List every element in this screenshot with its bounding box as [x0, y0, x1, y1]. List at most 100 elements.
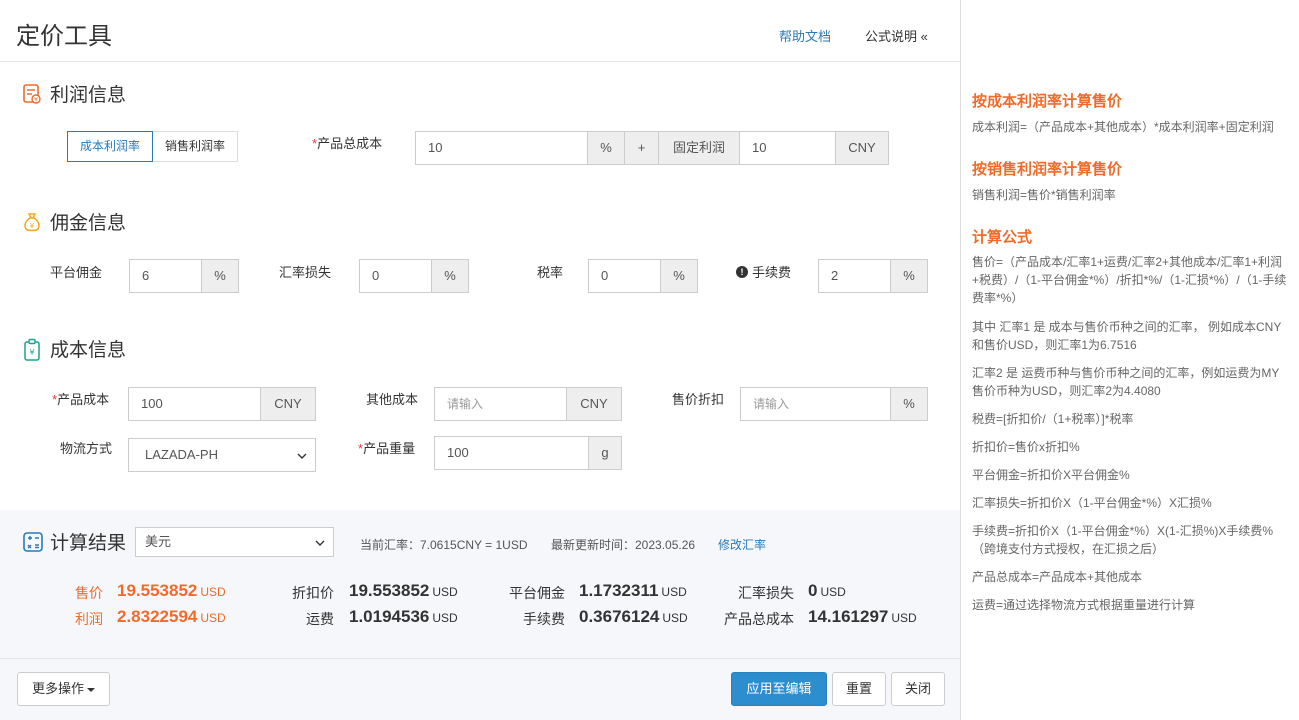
weight-label: *产品重量 — [358, 441, 416, 456]
platform-commission-input[interactable]: 6 — [129, 259, 202, 293]
formula-text: 税费=[折扣价/（1+税率）]*税率 — [972, 412, 1134, 426]
discount-group: 请输入 % — [740, 387, 928, 421]
cost-section-title: ¥ 成本信息 — [22, 335, 126, 362]
platform-commission-result-value: 1.1732311 USD — [579, 581, 687, 600]
other-cost-input[interactable]: 请输入 — [434, 387, 567, 421]
formula-text: 汇率损失=折扣价X（1-平台佣金*%）X汇损% — [972, 496, 1212, 510]
info-icon[interactable]: ! — [736, 265, 748, 278]
calculator-icon — [22, 531, 44, 553]
pricing-tool-panel: 定价工具 帮助文档 公式说明 « ¥ 利润信息 成本利润率 销售利润率 *产品总… — [0, 0, 961, 720]
fixed-profit-addon: 固定利润 — [659, 131, 740, 165]
header: 定价工具 帮助文档 公式说明 « — [0, 0, 960, 62]
updated-time-text: 最新更新时间：2023.05.26 — [551, 538, 696, 552]
formula-text: 产品总成本=产品成本+其他成本 — [972, 570, 1143, 584]
total-cost-result-value: 14.161297 USD — [808, 607, 917, 626]
formula-heading-cost-rate: 按成本利润率计算售价 — [972, 93, 1123, 110]
profit-value: 2.8322594 USD — [117, 607, 226, 626]
formula-panel: 按成本利润率计算售价 成本利润=（产品成本+其他成本）*成本利润率+固定利润 按… — [962, 0, 1299, 720]
formula-text: 汇率2 是 运费币种与售价币种之间的汇率，例如运费为MY售价币种为USD，则汇率… — [972, 366, 1280, 398]
profit-input-group: 10 % + 固定利润 10 CNY — [415, 131, 889, 165]
weight-unit: g — [589, 436, 622, 470]
tax-rate-input[interactable]: 0 — [588, 259, 661, 293]
other-cost-label: 其他成本 — [366, 392, 419, 407]
discount-unit: % — [891, 387, 928, 421]
svg-text:¥: ¥ — [30, 222, 35, 230]
modify-rate-link[interactable]: 修改汇率 — [718, 536, 766, 553]
tax-rate-group: 0 % — [588, 259, 698, 293]
weight-input[interactable]: 100 — [434, 436, 589, 470]
commission-section-title: ¥ 佣金信息 — [22, 208, 126, 235]
logistics-label: 物流方式 — [60, 441, 113, 456]
fee-result-value: 0.3676124 USD — [579, 607, 688, 626]
formula-text: 平台佣金=折扣价X平台佣金% — [972, 468, 1130, 482]
close-button[interactable]: 关闭 — [891, 672, 945, 706]
result-section-label: 计算结果 — [50, 533, 127, 554]
price-value: 19.553852 USD — [117, 581, 226, 600]
fx-loss-result-value: 0 USD — [808, 581, 846, 600]
fee-group: 2 % — [818, 259, 928, 293]
profit-section-label: 利润信息 — [50, 85, 127, 106]
total-cost-result-label: 产品总成本 — [724, 611, 794, 627]
reset-button[interactable]: 重置 — [832, 672, 886, 706]
svg-text:¥: ¥ — [34, 96, 38, 103]
total-cost-label: *产品总成本 — [312, 136, 383, 151]
platform-commission-unit: % — [202, 259, 239, 293]
discount-price-label: 折扣价 — [292, 585, 334, 601]
caret-down-icon — [87, 687, 95, 692]
formula-text: 售价=（产品成本/汇率1+运费/汇率2+其他成本/汇率1+利润+税费）/（1-平… — [972, 255, 1287, 305]
price-label: 售价 — [75, 585, 103, 601]
cost-icon: ¥ — [22, 338, 44, 361]
tax-rate-label: 税率 — [537, 265, 564, 280]
platform-commission-result-label: 平台佣金 — [509, 585, 565, 601]
commission-section-label: 佣金信息 — [50, 213, 127, 234]
footer: 更多操作 应用至编辑 重置 关闭 — [0, 658, 960, 720]
result-section-title: 计算结果 — [22, 528, 126, 555]
currency-addon: CNY — [836, 131, 889, 165]
shipping-value: 1.0194536 USD — [349, 607, 458, 626]
fixed-profit-input[interactable]: 10 — [740, 131, 836, 165]
shipping-label: 运费 — [306, 611, 334, 627]
fee-result-label: 手续费 — [523, 611, 565, 627]
chevron-down-icon — [297, 453, 307, 459]
weight-group: 100 g — [434, 436, 622, 470]
fx-loss-result-label: 汇率损失 — [738, 585, 794, 601]
formula-text: 成本利润=（产品成本+其他成本）*成本利润率+固定利润 — [972, 120, 1274, 134]
logistics-select[interactable]: LAZADA-PH — [128, 438, 316, 472]
sales-profit-rate-button[interactable]: 销售利润率 — [153, 131, 239, 162]
chevron-down-icon — [315, 540, 325, 546]
more-actions-button[interactable]: 更多操作 — [17, 672, 110, 706]
profit-section-title: ¥ 利润信息 — [22, 80, 126, 107]
svg-text:¥: ¥ — [29, 348, 34, 357]
platform-commission-label: 平台佣金 — [50, 265, 103, 280]
plus-addon: + — [625, 131, 659, 165]
cost-profit-rate-button[interactable]: 成本利润率 — [67, 131, 154, 162]
tax-rate-unit: % — [661, 259, 698, 293]
help-docs-link[interactable]: 帮助文档 — [779, 26, 831, 45]
discount-label: 售价折扣 — [672, 392, 725, 407]
percent-addon: % — [588, 131, 625, 165]
formula-heading-calc: 计算公式 — [972, 229, 1033, 246]
apply-to-edit-button[interactable]: 应用至编辑 — [731, 672, 827, 706]
money-bag-icon: ¥ — [22, 211, 44, 233]
product-cost-input[interactable]: 100 — [128, 387, 261, 421]
formula-toggle-link[interactable]: 公式说明 « — [865, 26, 928, 45]
discount-price-value: 19.553852 USD — [349, 581, 458, 600]
fx-loss-unit: % — [432, 259, 469, 293]
fee-input[interactable]: 2 — [818, 259, 891, 293]
fx-loss-label: 汇率损失 — [279, 265, 332, 280]
fee-unit: % — [891, 259, 928, 293]
fx-loss-group: 0 % — [359, 259, 469, 293]
result-area: 计算结果 美元 当前汇率：7.0615CNY = 1USD 最新更新时间：202… — [0, 510, 960, 658]
platform-commission-group: 6 % — [129, 259, 239, 293]
current-rate-text: 当前汇率：7.0615CNY = 1USD — [360, 538, 528, 552]
formula-text: 手续费=折扣价X（1-平台佣金*%）X(1-汇损%)X手续费%（跨境支付方式授权… — [972, 524, 1274, 556]
profit-rate-input[interactable]: 10 — [415, 131, 588, 165]
fx-loss-input[interactable]: 0 — [359, 259, 432, 293]
other-cost-group: 请输入 CNY — [434, 387, 622, 421]
discount-input[interactable]: 请输入 — [740, 387, 891, 421]
page-title: 定价工具 — [16, 23, 112, 50]
product-cost-unit: CNY — [261, 387, 316, 421]
formula-heading-sales-rate: 按销售利润率计算售价 — [972, 161, 1123, 178]
currency-select[interactable]: 美元 — [135, 527, 334, 557]
profit-mode-toggle: 成本利润率 销售利润率 — [67, 131, 239, 162]
